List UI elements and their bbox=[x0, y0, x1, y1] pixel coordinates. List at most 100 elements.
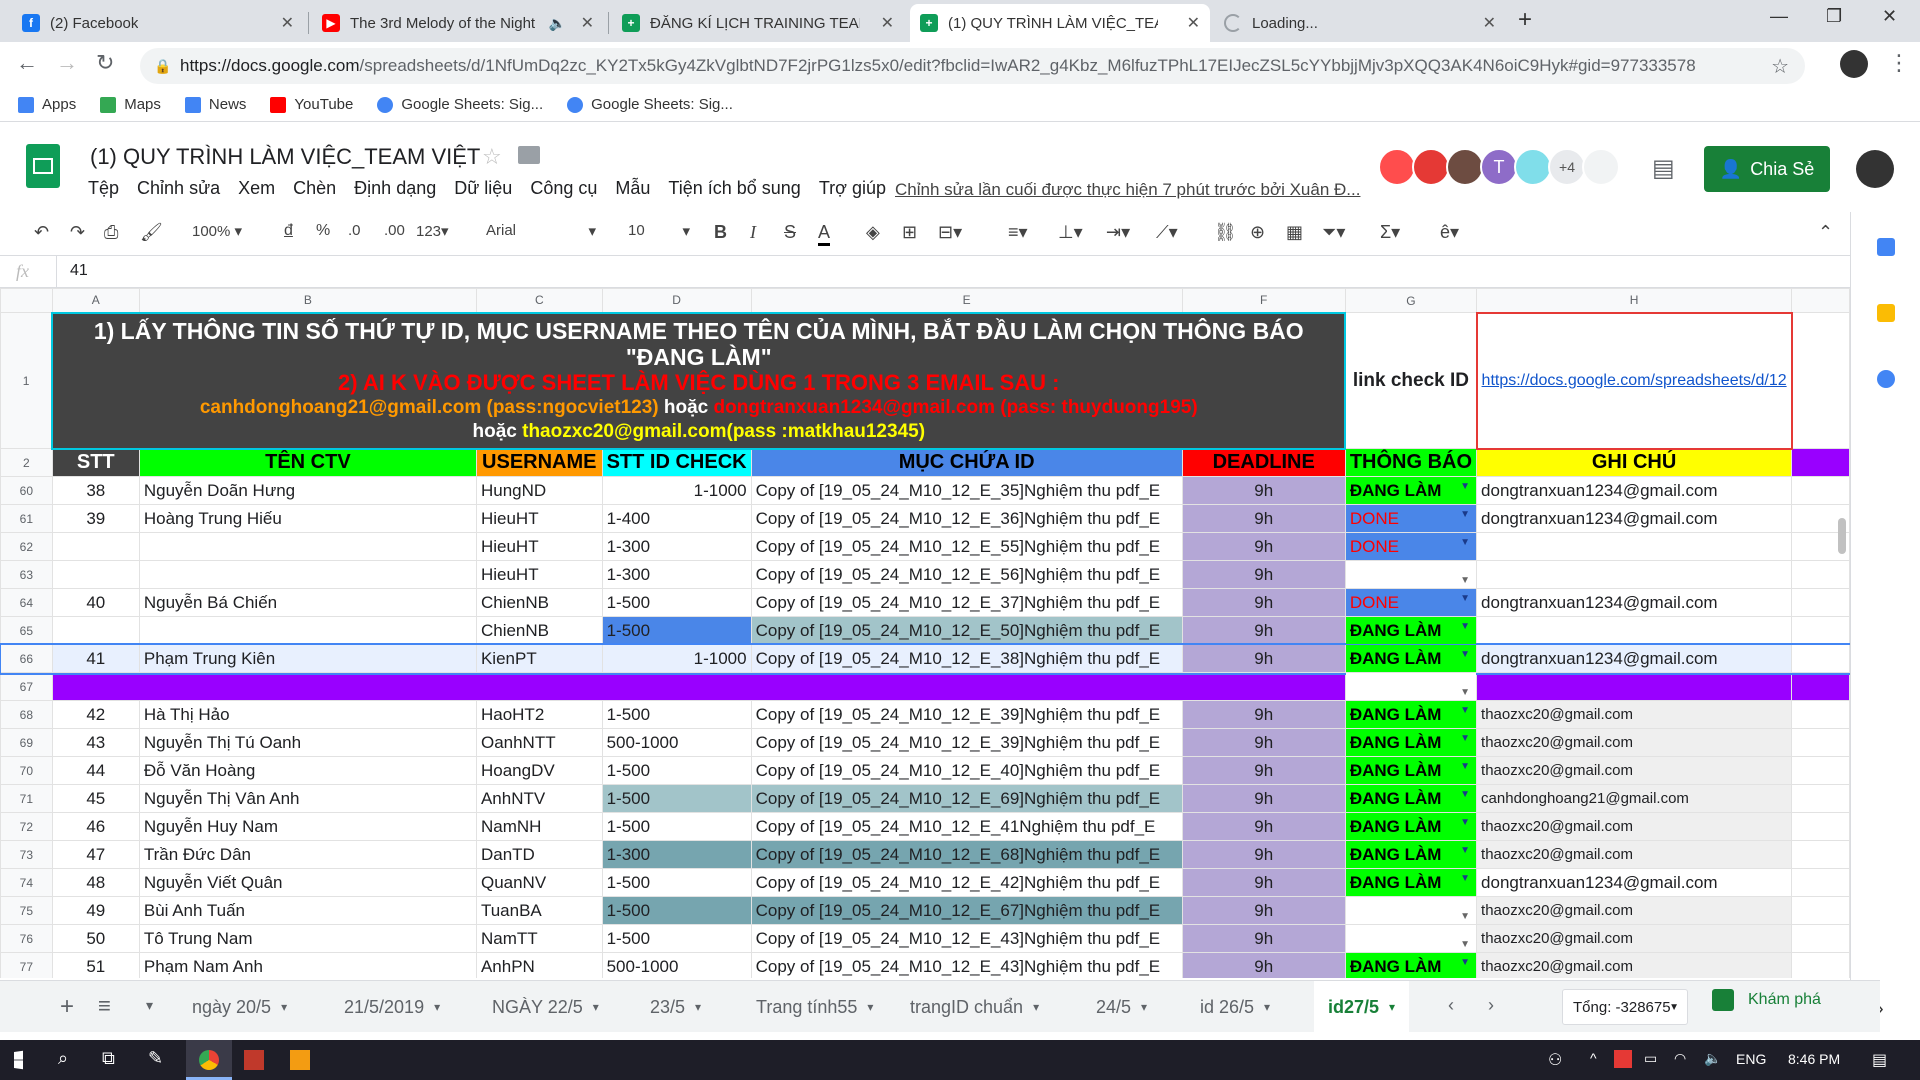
stt-cell[interactable]: 46 bbox=[51, 812, 140, 841]
deadline-cell[interactable]: 9h bbox=[1181, 700, 1346, 729]
deadline-cell[interactable]: 9h bbox=[1181, 868, 1346, 897]
empty-cell[interactable] bbox=[1791, 868, 1850, 897]
status-dropdown[interactable]: ĐANG LÀM ▼ bbox=[1344, 840, 1478, 869]
name-cell[interactable]: Hà Thị Hảo bbox=[138, 700, 477, 729]
stt-cell[interactable]: 42 bbox=[51, 700, 140, 729]
username-cell[interactable]: HieuHT bbox=[475, 504, 603, 533]
name-cell[interactable]: Nguyễn Thị Vân Anh bbox=[138, 784, 477, 813]
row-header[interactable]: 63 bbox=[0, 560, 53, 589]
column-header-g[interactable]: G bbox=[1344, 288, 1478, 313]
stt-cell[interactable]: 50 bbox=[51, 924, 140, 953]
status-dropdown[interactable]: ▼ bbox=[1344, 560, 1478, 589]
row-header[interactable]: 66 bbox=[0, 644, 53, 673]
reload-icon[interactable]: ↻ bbox=[96, 50, 114, 76]
deadline-cell[interactable]: 9h bbox=[1181, 812, 1346, 841]
close-tab-icon[interactable]: ✕ bbox=[281, 13, 294, 33]
stt-cell[interactable]: 51 bbox=[51, 952, 140, 978]
folder-cell[interactable]: Copy of [19_05_24_M10_12_E_67]Nghiệm thu… bbox=[750, 896, 1183, 925]
username-cell[interactable]: DanTD bbox=[475, 840, 603, 869]
folder-cell[interactable]: Copy of [19_05_24_M10_12_E_69]Nghiệm thu… bbox=[750, 784, 1183, 813]
browser-tab-training[interactable]: + ĐĂNG KÍ LỊCH TRAINING TEAM V ✕ bbox=[612, 4, 904, 42]
volume-icon[interactable]: 🔈 bbox=[1704, 1050, 1721, 1067]
header-extra[interactable] bbox=[1791, 448, 1850, 477]
dropdown-arrow-icon[interactable]: ▼ bbox=[1460, 575, 1470, 586]
note-cell[interactable]: canhdonghoang21@gmail.com bbox=[1476, 784, 1793, 813]
deadline-cell[interactable]: 9h bbox=[1181, 756, 1346, 785]
deadline-cell[interactable]: 9h bbox=[1181, 896, 1346, 925]
tray-app-icon[interactable] bbox=[1614, 1050, 1632, 1068]
name-cell[interactable]: Nguyễn Thị Tú Oanh bbox=[138, 728, 477, 757]
tasks-icon[interactable] bbox=[1877, 370, 1895, 388]
functions-icon[interactable]: Σ▾ bbox=[1380, 222, 1400, 243]
id-check-cell[interactable]: 1-500 bbox=[601, 924, 752, 953]
separator-cell[interactable] bbox=[1476, 672, 1793, 701]
vertical-scrollbar[interactable] bbox=[1838, 518, 1846, 554]
tray-arrow-icon[interactable]: ^ bbox=[1590, 1050, 1597, 1066]
name-cell[interactable]: Nguyễn Doãn Hưng bbox=[138, 476, 477, 505]
menu-dots-icon[interactable]: ⋮ bbox=[1888, 50, 1910, 76]
folder-cell[interactable]: Copy of [19_05_24_M10_12_E_55]Nghiệm thu… bbox=[750, 532, 1183, 561]
scroll-tabs-left-icon[interactable]: ▾ bbox=[146, 997, 153, 1014]
menu-template[interactable]: Mẫu bbox=[615, 178, 650, 199]
note-cell[interactable]: thaozxc20@gmail.com bbox=[1476, 896, 1793, 925]
name-cell[interactable] bbox=[138, 560, 477, 589]
dropdown-arrow-icon[interactable]: ▼ bbox=[1460, 733, 1470, 744]
browser-tab-youtube[interactable]: ▶ The 3rd Melody of the Night 🔈 ✕ bbox=[312, 4, 604, 42]
username-cell[interactable]: OanhNTT bbox=[475, 728, 603, 757]
folder-cell[interactable]: Copy of [19_05_24_M10_12_E_41Nghiệm thu … bbox=[750, 812, 1183, 841]
status-dropdown[interactable]: ĐANG LÀM ▼ bbox=[1344, 952, 1478, 978]
name-cell[interactable]: Nguyễn Viết Quân bbox=[138, 868, 477, 897]
row-header[interactable]: 1 bbox=[0, 312, 53, 449]
app-icon[interactable] bbox=[244, 1050, 264, 1070]
collaborators-more[interactable]: +4 bbox=[1548, 148, 1586, 186]
folder-cell[interactable]: Copy of [19_05_24_M10_12_E_35]Nghiệm thu… bbox=[750, 476, 1183, 505]
close-tab-icon[interactable]: ✕ bbox=[1187, 13, 1200, 33]
empty-cell[interactable] bbox=[1791, 616, 1850, 645]
dropdown-arrow-icon[interactable]: ▼ bbox=[1460, 649, 1470, 660]
separator-cell[interactable] bbox=[1791, 672, 1850, 701]
row-header[interactable]: 69 bbox=[0, 728, 53, 757]
id-check-cell[interactable]: 1-500 bbox=[601, 812, 752, 841]
new-tab-icon[interactable]: + bbox=[1518, 6, 1532, 34]
currency-button[interactable]: đ bbox=[284, 222, 293, 240]
username-cell[interactable]: AnhPN bbox=[475, 952, 603, 978]
name-cell[interactable]: Hoàng Trung Hiếu bbox=[138, 504, 477, 533]
username-cell[interactable]: KienPT bbox=[475, 644, 603, 673]
insert-comment-icon[interactable]: ⊕ bbox=[1250, 222, 1265, 243]
comments-icon[interactable]: ▤ bbox=[1652, 154, 1675, 183]
sheet-tab[interactable]: 24/5 ▾ bbox=[1082, 981, 1161, 1033]
id-check-cell[interactable]: 1-500 bbox=[601, 588, 752, 617]
insert-chart-icon[interactable]: ▦ bbox=[1286, 222, 1303, 243]
deadline-cell[interactable]: 9h bbox=[1181, 532, 1346, 561]
close-tab-icon[interactable]: ✕ bbox=[581, 13, 594, 33]
bookmark-youtube[interactable]: YouTube bbox=[270, 96, 353, 113]
row-header[interactable]: 64 bbox=[0, 588, 53, 617]
header-note[interactable]: GHI CHÚ bbox=[1476, 448, 1793, 477]
percent-button[interactable]: % bbox=[316, 222, 330, 240]
empty-cell[interactable] bbox=[1791, 756, 1850, 785]
input-tools-icon[interactable]: ê▾ bbox=[1440, 222, 1459, 243]
dropdown-arrow-icon[interactable]: ▼ bbox=[1460, 957, 1470, 968]
username-cell[interactable]: NamNH bbox=[475, 812, 603, 841]
dropdown-arrow-icon[interactable]: ▼ bbox=[1460, 509, 1470, 520]
add-sheet-icon[interactable]: + bbox=[60, 993, 74, 1021]
folder-cell[interactable]: Copy of [19_05_24_M10_12_E_68]Nghiệm thu… bbox=[750, 840, 1183, 869]
sheet-tab-menu-icon[interactable]: ▾ bbox=[593, 1000, 599, 1014]
bookmark-star-icon[interactable]: ☆ bbox=[1771, 54, 1789, 79]
align-horizontal-icon[interactable]: ≡▾ bbox=[1008, 222, 1028, 243]
name-cell[interactable]: Phạm Trung Kiên bbox=[138, 644, 477, 673]
sheet-tab[interactable]: trangID chuẩn ▾ bbox=[896, 981, 1053, 1033]
text-color-icon[interactable]: A bbox=[818, 222, 831, 246]
sheet-tab-menu-icon[interactable]: ▾ bbox=[434, 1000, 440, 1014]
document-title[interactable]: (1) QUY TRÌNH LÀM VIỆC_TEAM VIỆT bbox=[90, 144, 480, 170]
column-header-c[interactable]: C bbox=[475, 288, 603, 313]
browser-tab-facebook[interactable]: f (2) Facebook ✕ bbox=[12, 4, 304, 42]
status-dropdown[interactable]: ĐANG LÀM ▼ bbox=[1344, 756, 1478, 785]
deadline-cell[interactable]: 9h bbox=[1181, 560, 1346, 589]
dropdown-arrow-icon[interactable]: ▼ bbox=[1460, 705, 1470, 716]
username-cell[interactable]: TuanBA bbox=[475, 896, 603, 925]
instructions-cell[interactable]: 1) LẤY THÔNG TIN SỐ THỨ TỰ ID, MỤC USERN… bbox=[51, 311, 1347, 450]
id-check-cell[interactable]: 1-1000 bbox=[601, 476, 752, 505]
id-check-cell[interactable]: 1-400 bbox=[601, 504, 752, 533]
status-dropdown[interactable]: ▼ bbox=[1344, 672, 1478, 701]
